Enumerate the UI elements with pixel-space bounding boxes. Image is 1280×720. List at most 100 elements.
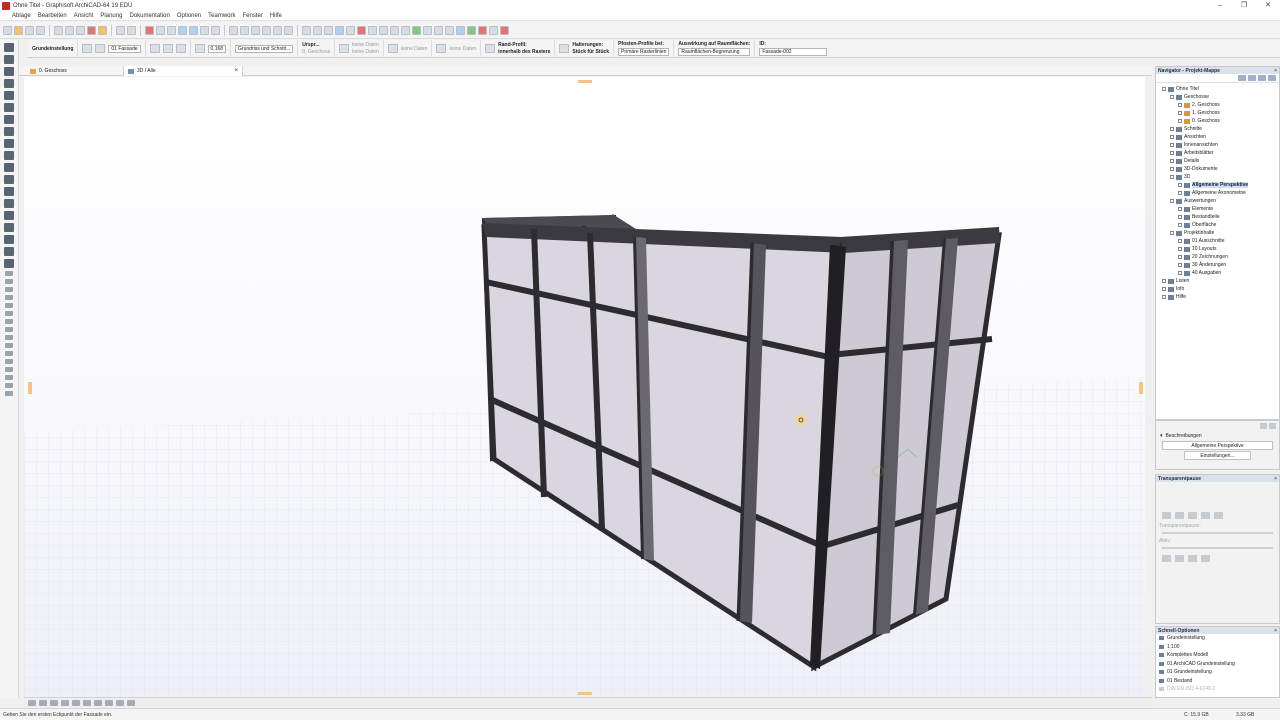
settings-button[interactable]: Einstellungen... (1184, 451, 1251, 460)
skylight-tool-icon[interactable] (4, 151, 14, 160)
expand-toggle-icon[interactable] (1178, 191, 1182, 195)
navigator-tree-item[interactable]: 3D (1156, 173, 1279, 181)
navigator-tree-item[interactable]: Info (1156, 285, 1279, 293)
detail-tool-icon[interactable] (5, 375, 13, 380)
preset-name[interactable]: Grundeinstellung (32, 46, 73, 52)
bottom-scroll-handle[interactable] (578, 692, 592, 695)
navigator-tree-item[interactable]: 1. Geschoss (1156, 109, 1279, 117)
minimize-button[interactable]: – (1208, 0, 1232, 11)
grid-tool-icon[interactable] (5, 391, 13, 396)
top-scroll-handle[interactable] (578, 80, 592, 83)
expand-toggle-icon[interactable] (1178, 119, 1182, 123)
reference-icon[interactable] (175, 44, 186, 53)
navigator-tree-item[interactable]: Auswertungen (1156, 197, 1279, 205)
print-icon[interactable] (36, 25, 45, 35)
close-tab-icon[interactable]: × (234, 68, 238, 74)
door-tool-icon[interactable] (4, 163, 14, 172)
navigator-tree-item[interactable]: Listen (1156, 277, 1279, 285)
tools-icon[interactable] (478, 25, 487, 35)
slab-tool-icon[interactable] (4, 103, 14, 112)
3d-view-icon[interactable] (401, 25, 410, 35)
expand-toggle-icon[interactable] (1170, 151, 1174, 155)
move-icon[interactable] (229, 25, 238, 35)
expand-toggle-icon[interactable] (1178, 183, 1182, 187)
rotate-icon[interactable] (240, 25, 249, 35)
quick-option-row[interactable]: Grundeinstellung (1156, 634, 1279, 643)
navigator-tree-item[interactable]: Projektinhalte (1156, 229, 1279, 237)
expand-toggle-icon[interactable] (1178, 207, 1182, 211)
orbit-icon[interactable] (94, 699, 102, 706)
shell-tool-icon[interactable] (4, 139, 14, 148)
roof-tool-icon[interactable] (4, 127, 14, 136)
expand-toggle-icon[interactable] (1162, 279, 1166, 283)
expand-toggle-icon[interactable] (1170, 127, 1174, 131)
expand-toggle-icon[interactable] (1162, 295, 1166, 299)
layer-select[interactable]: 01 Fassade (108, 44, 141, 53)
align-icon[interactable] (273, 25, 282, 35)
geometry-method-icon[interactable] (82, 44, 93, 53)
navigator-tree-item[interactable]: Innenansichten (1156, 141, 1279, 149)
navigator-tree-item[interactable]: Bestandteile (1156, 213, 1279, 221)
up-arrow-icon[interactable] (467, 25, 476, 35)
view-map-icon[interactable] (1248, 75, 1256, 81)
mesh-tool-icon[interactable] (4, 259, 14, 268)
publisher-sets-icon[interactable] (1268, 75, 1276, 81)
line-tool-icon[interactable] (5, 311, 13, 316)
panel-expand-icon[interactable] (1269, 423, 1276, 429)
trace-option-b-icon[interactable] (1175, 555, 1184, 562)
menu-hilfe[interactable]: Hilfe (270, 13, 282, 19)
navigator-tree-item[interactable]: 2. Geschoss (1156, 101, 1279, 109)
fill-tool-icon[interactable] (5, 303, 13, 308)
expand-toggle-icon[interactable] (1170, 135, 1174, 139)
zoom-in-icon[interactable] (28, 699, 36, 706)
marquee-tool-icon[interactable] (4, 55, 14, 64)
previous-zoom-icon[interactable] (61, 699, 69, 706)
layers-icon[interactable] (368, 25, 377, 35)
label-tool-icon[interactable] (5, 295, 13, 300)
section-tool-icon[interactable] (5, 343, 13, 348)
quick-option-row[interactable]: DIN EN ISO 4-6240-2 (1156, 685, 1279, 694)
expand-toggle-icon[interactable] (1178, 239, 1182, 243)
navigator-tree-item[interactable]: Elemente (1156, 205, 1279, 213)
active-slider[interactable] (1162, 547, 1273, 549)
layer-icon[interactable] (95, 44, 106, 53)
navigator-tree-item[interactable]: 30 Änderungen (1156, 261, 1279, 269)
menu-fenster[interactable]: Fenster (243, 13, 263, 19)
orientation-icon[interactable] (162, 44, 173, 53)
navigator-tree-item[interactable]: Ohne Titel (1156, 85, 1279, 93)
trace-option-c-icon[interactable] (1188, 555, 1197, 562)
dimension-tool-icon[interactable] (5, 271, 13, 276)
guide-icon[interactable] (189, 25, 198, 35)
mullion-select[interactable]: Primäre Rasterlinien (618, 48, 670, 56)
polyline-tool-icon[interactable] (5, 327, 13, 332)
suspend-groups-icon[interactable] (211, 25, 220, 35)
expand-toggle-icon[interactable] (1178, 247, 1182, 251)
3d-viewport[interactable] (24, 77, 1145, 697)
panel-option-icon[interactable] (1260, 423, 1267, 429)
expand-toggle-icon[interactable] (1170, 95, 1174, 99)
bug-report-icon[interactable] (500, 25, 509, 35)
navigator-tree-item[interactable]: 3D-Dokumente (1156, 165, 1279, 173)
group-icon[interactable] (302, 25, 311, 35)
interior-elevation-tool-icon[interactable] (5, 359, 13, 364)
description-header[interactable]: ▾ Beschreibungen (1156, 431, 1279, 440)
pick-up-icon[interactable] (87, 25, 96, 35)
navigator-tree-item[interactable]: Allgemeine Perspektive (1156, 181, 1279, 189)
expand-toggle-icon[interactable] (1170, 143, 1174, 147)
layout-icon[interactable] (445, 25, 454, 35)
navigator-tree-item[interactable]: 10 Layouts (1156, 245, 1279, 253)
floor-plan-and-section-button[interactable]: Grundriss und Schnitt... (235, 44, 294, 53)
next-zoom-icon[interactable] (72, 699, 80, 706)
quick-option-row[interactable]: 01 Grundeinstellung (1156, 668, 1279, 677)
trace-rotate-icon[interactable] (1201, 512, 1210, 519)
brackets-value[interactable]: Stück für Stück (572, 49, 609, 55)
marquee-icon[interactable] (346, 25, 355, 35)
navigator-tree-item[interactable]: Arbeitsblätter (1156, 149, 1279, 157)
navigator-tree-item[interactable]: Oberfläche (1156, 221, 1279, 229)
quick-option-row[interactable]: 01 ArchiCAD Grundeinstellung (1156, 660, 1279, 669)
teamwork-icon[interactable] (434, 25, 443, 35)
tab-3d[interactable]: 3D / Alle × (123, 66, 243, 76)
layout-book-icon[interactable] (1258, 75, 1266, 81)
expand-toggle-icon[interactable] (1170, 167, 1174, 171)
object-tool-icon[interactable] (4, 223, 14, 232)
